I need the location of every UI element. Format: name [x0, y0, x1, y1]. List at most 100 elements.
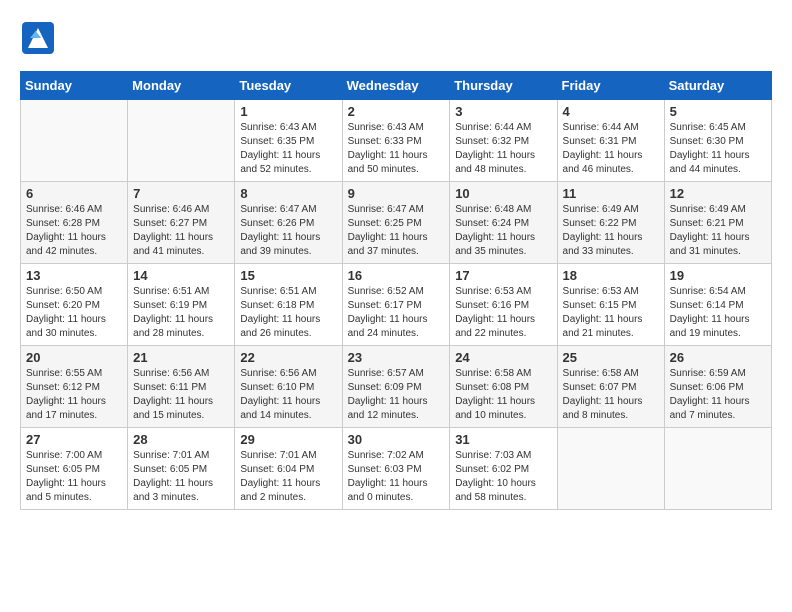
calendar-cell: 5 Sunrise: 6:45 AM Sunset: 6:30 PM Daylig…	[664, 100, 771, 182]
day-number: 26	[670, 350, 766, 365]
calendar-cell: 1 Sunrise: 6:43 AM Sunset: 6:35 PM Daylig…	[235, 100, 342, 182]
day-number: 11	[563, 186, 659, 201]
calendar-cell: 4 Sunrise: 6:44 AM Sunset: 6:31 PM Daylig…	[557, 100, 664, 182]
calendar-cell: 10 Sunrise: 6:48 AM Sunset: 6:24 PM Dayli…	[450, 182, 557, 264]
day-number: 16	[348, 268, 445, 283]
day-number: 9	[348, 186, 445, 201]
day-number: 28	[133, 432, 229, 447]
calendar-cell: 2 Sunrise: 6:43 AM Sunset: 6:33 PM Daylig…	[342, 100, 450, 182]
day-number: 19	[670, 268, 766, 283]
day-number: 17	[455, 268, 551, 283]
day-info: Sunrise: 6:51 AM Sunset: 6:18 PM Dayligh…	[240, 285, 336, 341]
day-info: Sunrise: 6:48 AM Sunset: 6:24 PM Dayligh…	[455, 203, 551, 259]
calendar-cell: 30 Sunrise: 7:02 AM Sunset: 6:03 PM Dayli…	[342, 428, 450, 510]
calendar-week-5: 27 Sunrise: 7:00 AM Sunset: 6:05 PM Dayli…	[21, 428, 772, 510]
day-info: Sunrise: 7:03 AM Sunset: 6:02 PM Dayligh…	[455, 449, 551, 505]
day-number: 13	[26, 268, 122, 283]
calendar-cell: 9 Sunrise: 6:47 AM Sunset: 6:25 PM Daylig…	[342, 182, 450, 264]
day-number: 1	[240, 104, 336, 119]
day-number: 5	[670, 104, 766, 119]
day-number: 20	[26, 350, 122, 365]
day-number: 4	[563, 104, 659, 119]
day-number: 21	[133, 350, 229, 365]
day-info: Sunrise: 6:55 AM Sunset: 6:12 PM Dayligh…	[26, 367, 122, 423]
calendar-week-4: 20 Sunrise: 6:55 AM Sunset: 6:12 PM Dayli…	[21, 346, 772, 428]
calendar-cell: 31 Sunrise: 7:03 AM Sunset: 6:02 PM Dayli…	[450, 428, 557, 510]
day-info: Sunrise: 6:50 AM Sunset: 6:20 PM Dayligh…	[26, 285, 122, 341]
day-info: Sunrise: 6:49 AM Sunset: 6:22 PM Dayligh…	[563, 203, 659, 259]
day-number: 8	[240, 186, 336, 201]
day-info: Sunrise: 6:45 AM Sunset: 6:30 PM Dayligh…	[670, 121, 766, 177]
day-info: Sunrise: 7:01 AM Sunset: 6:05 PM Dayligh…	[133, 449, 229, 505]
calendar-cell: 18 Sunrise: 6:53 AM Sunset: 6:15 PM Dayli…	[557, 264, 664, 346]
calendar-week-2: 6Sunrise: 6:46 AM Sunset: 6:28 PM Daylig…	[21, 182, 772, 264]
day-number: 12	[670, 186, 766, 201]
day-info: Sunrise: 6:58 AM Sunset: 6:07 PM Dayligh…	[563, 367, 659, 423]
day-info: Sunrise: 6:44 AM Sunset: 6:32 PM Dayligh…	[455, 121, 551, 177]
calendar-cell: 3 Sunrise: 6:44 AM Sunset: 6:32 PM Daylig…	[450, 100, 557, 182]
day-info: Sunrise: 6:51 AM Sunset: 6:19 PM Dayligh…	[133, 285, 229, 341]
calendar-cell: 24 Sunrise: 6:58 AM Sunset: 6:08 PM Dayli…	[450, 346, 557, 428]
calendar-cell: 17 Sunrise: 6:53 AM Sunset: 6:16 PM Dayli…	[450, 264, 557, 346]
day-number: 3	[455, 104, 551, 119]
day-number: 22	[240, 350, 336, 365]
day-number: 30	[348, 432, 445, 447]
logo-icon	[20, 20, 56, 56]
weekday-header-friday: Friday	[557, 72, 664, 100]
day-info: Sunrise: 6:46 AM Sunset: 6:28 PM Dayligh…	[26, 203, 122, 259]
day-info: Sunrise: 6:53 AM Sunset: 6:15 PM Dayligh…	[563, 285, 659, 341]
day-info: Sunrise: 6:47 AM Sunset: 6:25 PM Dayligh…	[348, 203, 445, 259]
weekday-header-saturday: Saturday	[664, 72, 771, 100]
day-number: 31	[455, 432, 551, 447]
calendar-cell: 20 Sunrise: 6:55 AM Sunset: 6:12 PM Dayli…	[21, 346, 128, 428]
day-number: 29	[240, 432, 336, 447]
day-info: Sunrise: 6:43 AM Sunset: 6:33 PM Dayligh…	[348, 121, 445, 177]
day-info: Sunrise: 6:56 AM Sunset: 6:11 PM Dayligh…	[133, 367, 229, 423]
calendar-cell: 6Sunrise: 6:46 AM Sunset: 6:28 PM Daylig…	[21, 182, 128, 264]
day-info: Sunrise: 6:46 AM Sunset: 6:27 PM Dayligh…	[133, 203, 229, 259]
calendar-cell	[557, 428, 664, 510]
day-info: Sunrise: 6:43 AM Sunset: 6:35 PM Dayligh…	[240, 121, 336, 177]
calendar-cell: 21 Sunrise: 6:56 AM Sunset: 6:11 PM Dayli…	[128, 346, 235, 428]
calendar-cell: 19 Sunrise: 6:54 AM Sunset: 6:14 PM Dayli…	[664, 264, 771, 346]
page-header	[20, 20, 772, 61]
calendar-cell: 11 Sunrise: 6:49 AM Sunset: 6:22 PM Dayli…	[557, 182, 664, 264]
calendar-cell: 8 Sunrise: 6:47 AM Sunset: 6:26 PM Daylig…	[235, 182, 342, 264]
day-info: Sunrise: 7:01 AM Sunset: 6:04 PM Dayligh…	[240, 449, 336, 505]
calendar-cell: 7Sunrise: 6:46 AM Sunset: 6:27 PM Daylig…	[128, 182, 235, 264]
calendar-cell: 23 Sunrise: 6:57 AM Sunset: 6:09 PM Dayli…	[342, 346, 450, 428]
calendar-table: SundayMondayTuesdayWednesdayThursdayFrid…	[20, 71, 772, 510]
day-number: 10	[455, 186, 551, 201]
day-info: Sunrise: 6:47 AM Sunset: 6:26 PM Dayligh…	[240, 203, 336, 259]
calendar-week-3: 13 Sunrise: 6:50 AM Sunset: 6:20 PM Dayli…	[21, 264, 772, 346]
day-number: 18	[563, 268, 659, 283]
day-info: Sunrise: 6:54 AM Sunset: 6:14 PM Dayligh…	[670, 285, 766, 341]
day-info: Sunrise: 6:44 AM Sunset: 6:31 PM Dayligh…	[563, 121, 659, 177]
day-number: 27	[26, 432, 122, 447]
day-info: Sunrise: 6:58 AM Sunset: 6:08 PM Dayligh…	[455, 367, 551, 423]
weekday-header-thursday: Thursday	[450, 72, 557, 100]
day-info: Sunrise: 7:00 AM Sunset: 6:05 PM Dayligh…	[26, 449, 122, 505]
day-number: 2	[348, 104, 445, 119]
day-info: Sunrise: 6:56 AM Sunset: 6:10 PM Dayligh…	[240, 367, 336, 423]
weekday-header-sunday: Sunday	[21, 72, 128, 100]
day-number: 14	[133, 268, 229, 283]
calendar-cell: 29 Sunrise: 7:01 AM Sunset: 6:04 PM Dayli…	[235, 428, 342, 510]
weekday-header-monday: Monday	[128, 72, 235, 100]
day-info: Sunrise: 6:49 AM Sunset: 6:21 PM Dayligh…	[670, 203, 766, 259]
logo	[20, 20, 62, 61]
day-info: Sunrise: 6:57 AM Sunset: 6:09 PM Dayligh…	[348, 367, 445, 423]
day-number: 15	[240, 268, 336, 283]
calendar-cell: 28 Sunrise: 7:01 AM Sunset: 6:05 PM Dayli…	[128, 428, 235, 510]
day-info: Sunrise: 7:02 AM Sunset: 6:03 PM Dayligh…	[348, 449, 445, 505]
day-info: Sunrise: 6:53 AM Sunset: 6:16 PM Dayligh…	[455, 285, 551, 341]
day-number: 23	[348, 350, 445, 365]
calendar-cell: 26 Sunrise: 6:59 AM Sunset: 6:06 PM Dayli…	[664, 346, 771, 428]
day-info: Sunrise: 6:52 AM Sunset: 6:17 PM Dayligh…	[348, 285, 445, 341]
day-number: 24	[455, 350, 551, 365]
day-info: Sunrise: 6:59 AM Sunset: 6:06 PM Dayligh…	[670, 367, 766, 423]
calendar-cell: 27 Sunrise: 7:00 AM Sunset: 6:05 PM Dayli…	[21, 428, 128, 510]
calendar-cell	[128, 100, 235, 182]
calendar-cell: 13 Sunrise: 6:50 AM Sunset: 6:20 PM Dayli…	[21, 264, 128, 346]
calendar-cell: 14 Sunrise: 6:51 AM Sunset: 6:19 PM Dayli…	[128, 264, 235, 346]
